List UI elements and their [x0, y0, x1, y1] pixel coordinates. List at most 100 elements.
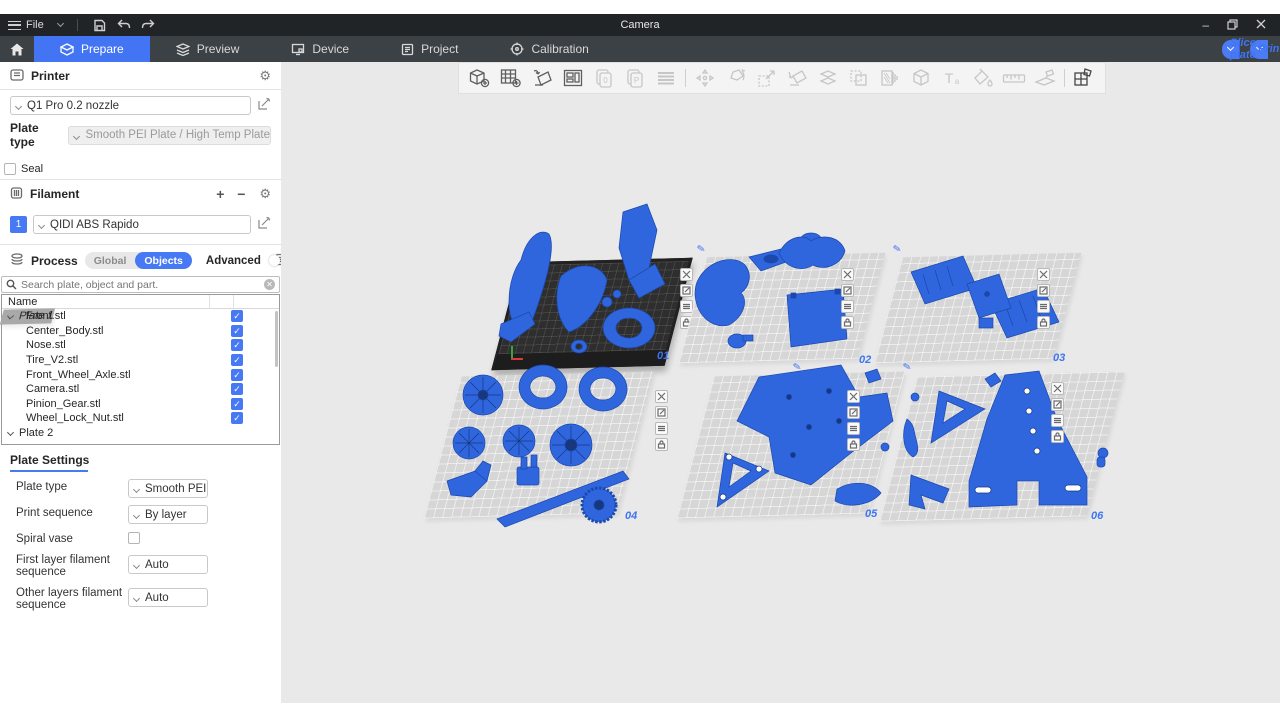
edit-plate-icon[interactable] [847, 406, 860, 419]
lock-plate-icon[interactable] [847, 438, 860, 451]
undo-icon[interactable] [116, 17, 132, 33]
tab-preview[interactable]: Preview [150, 36, 266, 62]
delete-plate-icon[interactable] [841, 268, 854, 281]
tab-project[interactable]: Project [375, 36, 484, 62]
plate-02-bed[interactable] [679, 253, 886, 364]
home-button[interactable] [0, 36, 34, 62]
slice-plate-button[interactable]: Slice plate [1222, 40, 1240, 59]
file-menu[interactable]: File [8, 19, 44, 31]
tree-row[interactable]: Camera.stl ✓ [2, 382, 279, 397]
redo-icon[interactable] [140, 17, 156, 33]
delete-plate-icon[interactable] [1037, 268, 1050, 281]
printable-checkbox[interactable]: ✓ [231, 310, 243, 322]
plate-settings-icon[interactable] [847, 422, 860, 435]
plate-02-label[interactable]: 02 [859, 354, 871, 366]
add-filament-button[interactable]: + [213, 186, 227, 202]
plate-03-bed[interactable] [875, 253, 1082, 364]
lock-plate-icon[interactable] [841, 316, 854, 329]
collapse-chevron-icon[interactable] [7, 429, 14, 436]
plate-03-edit-icon[interactable]: ✎ [892, 243, 902, 255]
printer-settings-gear-icon[interactable]: ⚙ [259, 68, 271, 84]
lock-plate-icon[interactable] [1051, 430, 1064, 443]
process-section-title: Process [31, 254, 78, 268]
tree-row[interactable]: Front_Wheel_Axle.stl ✓ [2, 367, 279, 382]
ps-other-layers-select[interactable]: Auto [128, 588, 208, 607]
ps-plate-type-select[interactable]: Smooth PEI ... [128, 479, 208, 498]
tab-calibration[interactable]: Calibration [484, 36, 614, 62]
printable-checkbox[interactable]: ✓ [231, 339, 243, 351]
edit-plate-icon[interactable] [680, 284, 693, 297]
arrange-icon[interactable] [561, 66, 585, 90]
plate-settings-icon[interactable] [1037, 300, 1050, 313]
file-menu-chevron-icon[interactable] [57, 20, 64, 27]
tree-row[interactable]: Tire_V2.stl ✓ [2, 353, 279, 368]
printable-checkbox[interactable]: ✓ [231, 325, 243, 337]
spiral-vase-checkbox[interactable] [128, 532, 140, 544]
plate-03-label[interactable]: 03 [1053, 352, 1065, 364]
process-mode-objects[interactable]: Objects [135, 252, 192, 269]
plate-04-label[interactable]: 04 [625, 510, 637, 522]
plate-06-bed[interactable] [879, 371, 1124, 521]
edit-plate-icon[interactable] [1037, 284, 1050, 297]
filament-slot-badge[interactable]: 1 [10, 216, 27, 233]
plate-05-bed[interactable] [677, 372, 905, 519]
add-plate-icon[interactable] [499, 66, 523, 90]
tree-row[interactable]: Wheel_Lock_Nut.stl ✓ [2, 411, 279, 426]
edit-plate-icon[interactable] [841, 284, 854, 297]
plate-05-edit-icon[interactable]: ✎ [792, 361, 802, 373]
tree-scrollbar[interactable] [275, 311, 278, 367]
search-input[interactable] [21, 279, 260, 291]
tree-row[interactable]: Front.stl ✓ [2, 309, 279, 324]
remove-filament-button[interactable]: − [234, 186, 248, 202]
plate-settings-icon[interactable] [1051, 414, 1064, 427]
filament-preset-select[interactable]: QIDI ABS Rapido [33, 215, 251, 234]
printable-checkbox[interactable]: ✓ [231, 383, 243, 395]
printable-checkbox[interactable]: ✓ [231, 369, 243, 381]
lock-plate-icon[interactable] [1037, 316, 1050, 329]
plate-settings-icon[interactable] [655, 422, 668, 435]
plate-02-edit-icon[interactable]: ✎ [696, 243, 706, 255]
seal-checkbox[interactable] [4, 163, 16, 175]
measure-icon [1002, 66, 1026, 90]
tree-row[interactable]: Pinion_Gear.stl ✓ [2, 397, 279, 412]
plate-05-label[interactable]: 05 [865, 508, 877, 520]
printable-checkbox[interactable]: ✓ [231, 354, 243, 366]
edit-plate-icon[interactable] [1051, 398, 1064, 411]
restore-button[interactable] [1227, 19, 1238, 32]
plate-06-edit-icon[interactable]: ✎ [902, 361, 912, 373]
auto-orient-icon[interactable] [530, 66, 554, 90]
delete-plate-icon[interactable] [655, 390, 668, 403]
process-mode-global[interactable]: Global [85, 255, 136, 267]
edit-printer-icon[interactable] [257, 97, 271, 114]
add-model-icon[interactable] [468, 66, 492, 90]
ps-print-sequence-select[interactable]: By layer [128, 505, 208, 524]
printer-preset-select[interactable]: Q1 Pro 0.2 nozzle [10, 96, 251, 115]
search-bar[interactable]: ✕ [1, 276, 280, 293]
tab-device[interactable]: Device [265, 36, 375, 62]
process-mode-toggle[interactable]: Global Objects [85, 252, 192, 269]
plate-01-label[interactable]: 01 [657, 350, 669, 362]
delete-plate-icon[interactable] [680, 268, 693, 281]
tree-row[interactable]: Center_Body.stl ✓ [2, 324, 279, 339]
tab-prepare[interactable]: Prepare [34, 36, 150, 62]
printable-checkbox[interactable]: ✓ [231, 398, 243, 410]
tree-row[interactable]: Nose.stl ✓ [2, 338, 279, 353]
edit-plate-icon[interactable] [655, 406, 668, 419]
ps-first-layer-select[interactable]: Auto [128, 555, 208, 574]
delete-plate-icon[interactable] [847, 390, 860, 403]
plate-04-bed[interactable] [424, 372, 654, 519]
delete-plate-icon[interactable] [1051, 382, 1064, 395]
filament-settings-gear-icon[interactable]: ⚙ [259, 186, 271, 202]
plate-06-label[interactable]: 06 [1091, 510, 1103, 522]
3d-viewport[interactable]: 0 P Ta [281, 62, 1280, 703]
assembly-view-icon[interactable] [1071, 66, 1095, 90]
tree-row-plate2[interactable]: Plate 2 [2, 426, 279, 441]
clear-search-icon[interactable]: ✕ [264, 279, 275, 290]
plate-settings-icon[interactable] [841, 300, 854, 313]
minimize-button[interactable]: – [1202, 19, 1209, 31]
save-icon[interactable] [92, 17, 108, 33]
edit-filament-icon[interactable] [257, 216, 271, 233]
printable-checkbox[interactable]: ✓ [231, 412, 243, 424]
lock-plate-icon[interactable] [655, 438, 668, 451]
close-button[interactable] [1256, 19, 1266, 31]
